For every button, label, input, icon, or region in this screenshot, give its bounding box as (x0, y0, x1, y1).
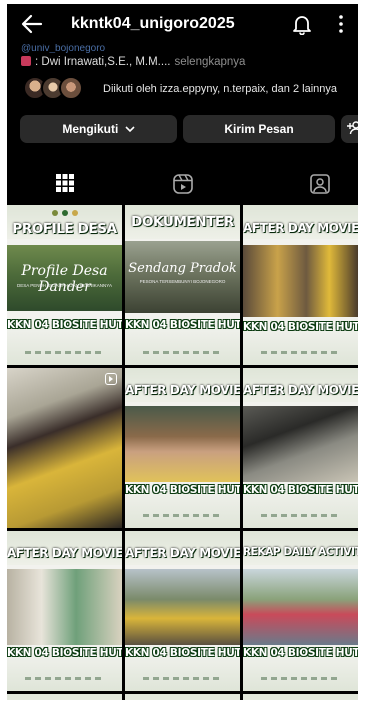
content-tabs (7, 164, 358, 208)
post-footer-title: KKN 04 BIOSITE HUTAN JATI (125, 319, 240, 331)
post-image (125, 569, 240, 645)
post-image (243, 245, 358, 317)
leaf-decoration (125, 327, 240, 365)
logos-icon (52, 210, 78, 216)
post-banner: AFTER DAY MOVIE (243, 383, 358, 397)
post-footer-title: KKN 04 BIOSITE HUTAN JATI (125, 484, 240, 496)
post-image (7, 368, 122, 528)
top-bar: kkntk04_unigoro2025 (7, 4, 358, 44)
post-tile[interactable]: AFTER DAY MOVIE KKN 04 BIOSITE HUTAN JAT… (243, 368, 358, 528)
post-tile[interactable]: AFTER DAY MOVIE KKN 04 BIOSITE HUTAN JAT… (125, 368, 240, 528)
post-banner: AFTER DAY MOVIE (125, 383, 240, 397)
chevron-down-icon (125, 126, 135, 133)
add-person-button[interactable] (341, 115, 358, 143)
profile-username: kkntk04_unigoro2025 (71, 15, 235, 32)
social-icons-row (261, 514, 341, 517)
post-image (125, 241, 240, 313)
post-tile[interactable]: PROFILE DESA Profile Desa Dander DESA PE… (7, 205, 122, 365)
post-footer-title: KKN 04 BIOSITE HUTAN JATI (7, 647, 122, 659)
post-footer-title: KKN 04 BIOSITE HUTAN JATI (243, 484, 358, 496)
social-icons-row (25, 677, 105, 680)
post-image (243, 406, 358, 482)
post-tile[interactable] (243, 694, 358, 700)
post-script-title: Sendang Pradok (128, 261, 237, 276)
post-banner: REKAP DAILY ACTIVITY (243, 546, 358, 558)
post-tile[interactable] (7, 368, 122, 528)
profile-screen: kkntk04_unigoro2025 @univ_bojonegoro : D… (7, 4, 358, 700)
social-icons-row (143, 677, 223, 680)
reels-icon (173, 174, 193, 194)
post-tile[interactable] (7, 694, 122, 700)
post-tile[interactable]: REKAP DAILY ACTIVITY KKN 04 BIOSITE HUTA… (243, 531, 358, 691)
post-subtitle: DESA PENUH SEJARAH DAN KEUNIKANNYA (17, 283, 112, 288)
post-footer-title: KKN 04 BIOSITE HUTAN JATI (243, 321, 358, 333)
post-image (125, 406, 240, 482)
posts-grid: PROFILE DESA Profile Desa Dander DESA PE… (7, 205, 358, 700)
post-banner: AFTER DAY MOVIE (7, 546, 122, 560)
post-subtitle: PESONA TERSEMBUNYI BOJONEGORO (139, 279, 226, 284)
following-button[interactable]: Mengikuti (20, 115, 177, 143)
leaf-decoration (7, 327, 122, 365)
tab-reels[interactable] (124, 164, 241, 208)
post-image (243, 569, 358, 645)
tab-tagged[interactable] (241, 164, 358, 208)
followed-by-text: Diikuti oleh izza.eppyny, n.terpaix, dan… (103, 83, 337, 95)
post-tile[interactable]: AFTER DAY MOVIE KKN 04 BIOSITE HUTAN JAT… (243, 205, 358, 365)
social-icons-row (261, 351, 341, 354)
post-footer-title: KKN 04 BIOSITE HUTAN JATI (243, 647, 358, 659)
tagged-icon (310, 174, 330, 194)
social-icons-row (143, 514, 223, 517)
bell-icon[interactable] (291, 13, 313, 35)
post-banner: DOKUMENTER (131, 214, 234, 230)
bio-link[interactable]: @univ_bojonegoro (21, 44, 105, 53)
tab-grid[interactable] (7, 164, 124, 208)
post-script-title: Profile Desa Dander (21, 263, 108, 295)
social-icons-row (143, 351, 223, 354)
mutual-followers[interactable]: Diikuti oleh izza.eppyny, n.terpaix, dan… (23, 76, 353, 102)
post-tile[interactable] (125, 694, 240, 700)
post-footer-title: KKN 04 BIOSITE HUTAN JATI (125, 647, 240, 659)
leaf-decoration (125, 694, 240, 700)
reel-icon (105, 373, 117, 385)
post-tile[interactable]: AFTER DAY MOVIE KKN 04 BIOSITE HUTAN JAT… (7, 531, 122, 691)
send-message-button[interactable]: Kirim Pesan (183, 115, 335, 143)
avatar (59, 76, 83, 100)
post-footer-title: KKN 04 BIOSITE HUTAN JATI (7, 319, 122, 331)
post-banner: AFTER DAY MOVIE (243, 221, 358, 235)
post-banner: AFTER DAY MOVIE (125, 546, 240, 560)
see-more-link[interactable]: selengkapnya (174, 56, 245, 68)
post-image (7, 569, 122, 645)
post-tile[interactable]: AFTER DAY MOVIE KKN 04 BIOSITE HUTAN JAT… (125, 531, 240, 691)
grid-icon (56, 174, 74, 192)
social-icons-row (261, 677, 341, 680)
following-label: Mengikuti (62, 122, 119, 136)
leaf-decoration (7, 694, 122, 700)
social-icons-row (25, 351, 105, 354)
post-tile[interactable]: DOKUMENTER Sendang Pradok PESONA TERSEMB… (125, 205, 240, 365)
arrow-left-icon[interactable] (21, 14, 43, 34)
add-person-icon (347, 121, 358, 135)
post-banner: PROFILE DESA (12, 221, 117, 237)
more-vertical-icon[interactable] (337, 14, 345, 34)
bio-line: : Dwi Irnawati,S.E., M.M.... selengkapnya (21, 56, 245, 68)
pin-icon (21, 56, 31, 66)
bio-text: : Dwi Irnawati,S.E., M.M.... (35, 56, 171, 68)
leaf-decoration (243, 694, 358, 700)
